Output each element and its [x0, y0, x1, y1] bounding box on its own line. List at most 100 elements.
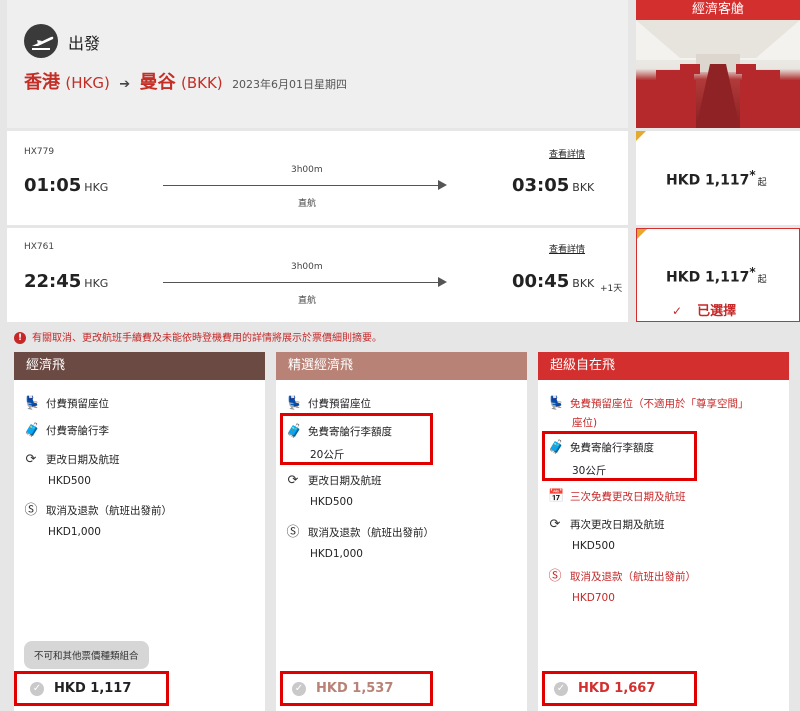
- fare-card-select-economy[interactable]: 精選經濟飛 💺 付費預留座位 🧳 免費寄艙行李額度 20公斤 ⟳ 更改日期及航班 HKD5…: [276, 352, 527, 711]
- selected-label: 已選擇: [697, 304, 737, 319]
- origin-code: (HKG): [65, 74, 110, 92]
- arr-port: BKK: [572, 277, 595, 290]
- check-circle-icon: ✓: [292, 681, 306, 696]
- dest-code: (BKK): [180, 74, 223, 92]
- fare-total[interactable]: ✓ HKD 1,667: [554, 681, 655, 696]
- flight-price: HKD 1,117*起: [666, 265, 767, 286]
- fare-item-sub: HKD1,000: [310, 548, 363, 560]
- seat-icon: 💺: [548, 396, 565, 411]
- fare-item: 💺 付費預留座位: [286, 396, 371, 411]
- calendar-check-icon: 📅: [548, 489, 565, 504]
- fare-item-sub: HKD500: [48, 475, 91, 487]
- fare-total-text: HKD 1,117: [54, 681, 132, 696]
- flight-number: HX761: [24, 242, 55, 252]
- fare-card-economy[interactable]: 經濟飛 💺 付費預留座位 🧳 付費寄艙行李 ⟳ 更改日期及航班 HKD500 Ⓢ 取消及退…: [14, 352, 265, 711]
- check-circle-icon: ✓: [554, 681, 568, 696]
- fare-total-text: HKD 1,667: [578, 681, 656, 696]
- fare-item-sub: HKD700: [572, 592, 615, 604]
- fare-total-text: HKD 1,537: [316, 681, 394, 696]
- no-combine-badge: 不可和其他票價種類組合: [24, 641, 149, 669]
- refund-icon: Ⓢ: [548, 569, 562, 584]
- fare-title: 精選經濟飛: [276, 352, 527, 380]
- fare-item: ⟳ 更改日期及航班 HKD500: [286, 473, 382, 508]
- price-star: *: [749, 265, 756, 279]
- check-icon: ✓: [672, 304, 683, 318]
- fare-total[interactable]: ✓ HKD 1,117: [30, 681, 131, 696]
- departure-time: 22:45 HKG: [24, 271, 108, 292]
- fare-item-sub: HKD500: [572, 540, 615, 552]
- cabin-title: 經濟客艙: [636, 0, 800, 20]
- luggage-icon: 🧳: [24, 423, 41, 438]
- fare-item: ⟳ 再次更改日期及航班 HKD500: [548, 517, 665, 552]
- alert-icon: !: [14, 332, 26, 344]
- price-text: HKD 1,117: [666, 269, 750, 286]
- fare-item-sub: HKD500: [310, 496, 353, 508]
- fare-title: 經濟飛: [14, 352, 265, 380]
- check-circle-icon: ✓: [30, 681, 44, 696]
- fare-item-sub: HKD1,000: [48, 526, 101, 538]
- highlight-box: [542, 431, 697, 481]
- flight-type: 直航: [298, 199, 317, 209]
- corner-flag: [637, 229, 647, 239]
- arr-port: BKK: [572, 181, 595, 194]
- fare-item-text: 免費預留座位（不適用於「尊享空間」: [570, 398, 749, 410]
- price-text: HKD 1,117: [666, 172, 750, 189]
- fare-item: 💺 付費預留座位: [24, 396, 109, 411]
- dep-port: HKG: [84, 181, 109, 194]
- flight-duration: 3h00m: [291, 165, 323, 175]
- change-icon: ⟳: [25, 452, 37, 467]
- refund-icon: Ⓢ: [24, 503, 38, 518]
- fare-item: Ⓢ 取消及退款（航班出發前） HKD1,000: [24, 499, 172, 538]
- fare-item: 📅 三次免費更改日期及航班: [548, 489, 686, 504]
- flight-header: [7, 0, 628, 128]
- change-icon: ⟳: [549, 517, 561, 532]
- fare-item: Ⓢ 取消及退款（航班出發前） HKD700: [548, 565, 696, 604]
- flight-number: HX779: [24, 147, 55, 157]
- seat-icon: 💺: [286, 396, 303, 411]
- arrival-time: 00:45 BKK: [512, 271, 594, 292]
- fare-card-super-flex[interactable]: 超級自在飛 💺 免費預留座位（不適用於「尊享空間」 座位) 🧳 免費寄艙行李額度 30公…: [538, 352, 789, 711]
- route-line: [163, 185, 438, 186]
- dep-time-text: 01:05: [24, 175, 82, 196]
- view-details-link[interactable]: 查看詳情: [549, 147, 585, 160]
- fare-item-text: 取消及退款（航班出發前）: [308, 527, 434, 539]
- fare-item-text: 付費寄艙行李: [46, 425, 109, 437]
- flight-price: HKD 1,117*起: [666, 168, 767, 189]
- origin-city: 香港: [24, 72, 60, 93]
- flight-duration: 3h00m: [291, 262, 323, 272]
- fare-item: 🧳 付費寄艙行李: [24, 423, 109, 438]
- price-star: *: [749, 168, 756, 182]
- fare-item-text: 取消及退款（航班出發前）: [570, 571, 696, 583]
- route-arrow-icon: [438, 277, 447, 287]
- dep-port: HKG: [84, 277, 109, 290]
- fare-total[interactable]: ✓ HKD 1,537: [292, 681, 393, 696]
- plane-departure-icon: [24, 24, 58, 58]
- fare-item-text: 再次更改日期及航班: [570, 519, 665, 531]
- cabin-image: [636, 20, 800, 128]
- fare-item-text: 更改日期及航班: [308, 475, 382, 487]
- fare-item-sub: 座位): [572, 417, 598, 429]
- plus-day: +1天: [600, 284, 623, 294]
- fare-item-text: 更改日期及航班: [46, 454, 120, 466]
- fare-notice: ! 有關取消、更改航班手續費及未能依時登機費用的詳情將展示於票價細則摘要。: [14, 329, 382, 344]
- fare-item: ⟳ 更改日期及航班 HKD500: [24, 452, 120, 487]
- depart-label: 出發: [68, 34, 101, 53]
- flight-type: 直航: [298, 296, 317, 306]
- price-from: 起: [757, 177, 767, 188]
- fare-item-text: 付費預留座位: [308, 398, 371, 410]
- route-arrow-icon: [438, 180, 447, 190]
- corner-flag: [636, 131, 646, 141]
- arrival-time: 03:05 BKK: [512, 175, 594, 196]
- seat-icon: 💺: [24, 396, 41, 411]
- refund-icon: Ⓢ: [286, 525, 300, 540]
- route-line: [163, 282, 438, 283]
- route-arrow-icon: ➔: [119, 77, 131, 92]
- fare-item: Ⓢ 取消及退款（航班出發前） HKD1,000: [286, 521, 434, 560]
- change-icon: ⟳: [287, 473, 299, 488]
- notice-text: 有關取消、更改航班手續費及未能依時登機費用的詳情將展示於票價細則摘要。: [32, 333, 382, 344]
- highlight-box: [280, 413, 433, 465]
- fare-item-text: 付費預留座位: [46, 398, 109, 410]
- dep-time-text: 22:45: [24, 271, 82, 292]
- view-details-link[interactable]: 查看詳情: [549, 242, 585, 255]
- travel-date: 2023年6月01日星期四: [232, 78, 348, 91]
